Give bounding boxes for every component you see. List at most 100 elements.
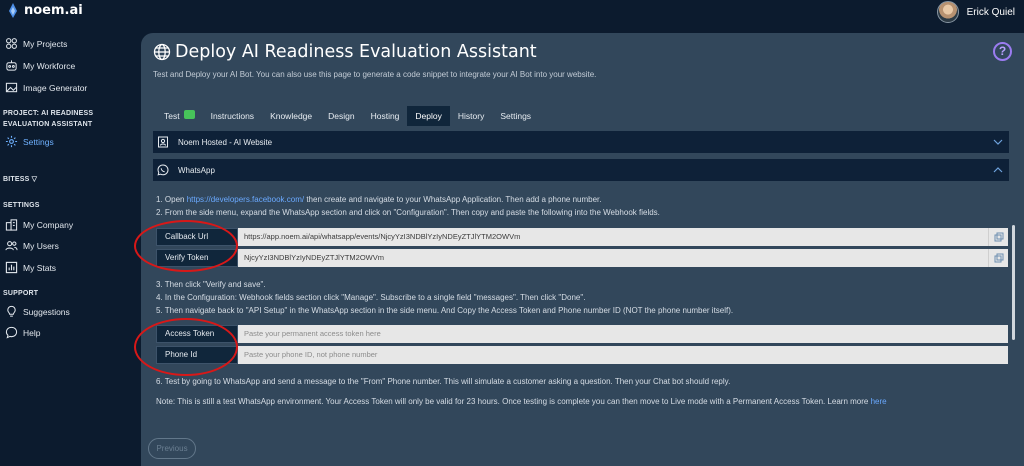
step-3: 3. Then click "Verify and save". (156, 280, 266, 289)
sidebar-item-label: Suggestions (23, 306, 70, 317)
copy-callback-button[interactable] (988, 228, 1008, 246)
sidebar-item-my-workforce[interactable]: My Workforce (5, 59, 75, 72)
tab-knowledge[interactable]: Knowledge (262, 106, 320, 126)
sidebar-item-my-company[interactable]: My Company (5, 218, 73, 231)
sidebar: My Projects My Workforce Image Generator… (0, 24, 140, 466)
scrollbar[interactable] (1012, 225, 1015, 340)
callback-url-field[interactable]: https://app.noem.ai/api/whatsapp/events/… (238, 228, 988, 246)
projects-icon (6, 38, 17, 49)
company-icon (5, 219, 18, 231)
sidebar-item-label: My Users (23, 240, 59, 251)
stats-icon (5, 261, 18, 274)
sidebar-item-label: Image Generator (23, 82, 88, 93)
bulb-icon (7, 305, 16, 317)
sidebar-item-image-generator[interactable]: Image Generator (5, 81, 87, 94)
step-1-text-end: then create and navigate to your WhatsAp… (304, 195, 602, 204)
support-heading: SUPPORT (3, 290, 39, 297)
user-menu[interactable]: Erick Quiel (936, 1, 1015, 23)
tab-history[interactable]: History (450, 106, 492, 126)
step-4: 4. In the Configuration: Webhook fields … (156, 293, 586, 302)
avatar[interactable] (936, 1, 959, 23)
project-heading: PROJECT: AI READINESS EVALUATION ASSISTA… (3, 110, 94, 128)
tab-label: Test (164, 111, 180, 121)
tab-label: Hosting (370, 111, 400, 121)
users-icon (5, 241, 18, 251)
bitess-label: BITESS (3, 176, 30, 183)
facebook-developers-link[interactable]: https://developers.facebook.com/ (187, 195, 304, 204)
help-chat-icon (5, 326, 18, 339)
learn-more-link[interactable]: here (871, 397, 887, 406)
copy-icon (994, 253, 1003, 263)
tab-hosting[interactable]: Hosting (363, 106, 408, 126)
noem-logo-icon (9, 3, 17, 18)
globe-icon (153, 43, 171, 61)
tab-label: Design (328, 111, 355, 121)
bitess-heading[interactable]: BITESS ▽ (3, 174, 137, 185)
tab-label: Deploy (415, 111, 442, 121)
step-2: 2. From the side menu, expand the WhatsA… (156, 208, 660, 217)
verify-token-row: Verify Token NjcyYzI3NDBlYzIyNDEyZTJlYTM… (156, 249, 1008, 267)
phone-id-input[interactable]: Paste your phone ID, not phone number (238, 346, 1008, 364)
accordion-noem-hosted[interactable]: Noem Hosted - AI Website (153, 131, 1009, 153)
sidebar-item-label: My Stats (23, 262, 57, 273)
copy-verify-button[interactable] (988, 249, 1008, 267)
accordion-whatsapp[interactable]: WhatsApp (153, 159, 1009, 181)
annotation-circle-webhook (134, 220, 238, 272)
accordion-label: WhatsApp (178, 165, 215, 175)
id-card-icon (158, 136, 168, 148)
chat-icon (183, 109, 195, 119)
sidebar-item-my-projects[interactable]: My Projects (5, 37, 67, 50)
chevron-up-icon (993, 167, 1003, 173)
page-title-text: Deploy AI Readiness Evaluation Assistant (175, 42, 537, 62)
test-note-text: Note: This is still a test WhatsApp envi… (156, 397, 869, 406)
help-button[interactable]: ? (993, 42, 1012, 61)
step-1: 1. Open https://developers.facebook.com/… (156, 193, 601, 206)
annotation-circle-credentials (134, 318, 238, 376)
sidebar-item-my-stats[interactable]: My Stats (5, 261, 56, 274)
tab-deploy[interactable]: Deploy (407, 106, 450, 126)
tab-label: Instructions (210, 111, 255, 121)
sidebar-item-label: My Workforce (23, 60, 76, 71)
sidebar-item-label: Help (23, 327, 41, 338)
page-title: Deploy AI Readiness Evaluation Assistant (153, 42, 537, 62)
step-5: 5. Then navigate back to "API Setup" in … (156, 306, 734, 315)
callback-url-row: Callback Url https://app.noem.ai/api/wha… (156, 228, 1008, 246)
tab-bar: Test Instructions Knowledge Design Hosti… (156, 106, 539, 126)
tab-settings[interactable]: Settings (492, 106, 539, 126)
accordion-label: Noem Hosted - AI Website (178, 137, 273, 147)
main-panel: Deploy AI Readiness Evaluation Assistant… (141, 33, 1024, 466)
sidebar-item-label: My Company (23, 219, 74, 230)
phone-id-row: Phone Id Paste your phone ID, not phone … (156, 346, 1008, 364)
gear-icon (5, 135, 18, 148)
copy-icon (994, 232, 1003, 242)
chevron-down-icon: ▽ (31, 176, 38, 183)
tab-instructions[interactable]: Instructions (203, 106, 262, 126)
sidebar-item-settings[interactable]: Settings (5, 135, 54, 148)
sidebar-item-my-users[interactable]: My Users (5, 239, 59, 252)
access-token-input[interactable]: Paste your permanent access token here (238, 325, 1008, 343)
previous-button[interactable]: Previous (148, 438, 196, 459)
brand-name: noem.ai (24, 3, 83, 18)
test-note: Note: This is still a test WhatsApp envi… (156, 395, 1006, 408)
access-token-row: Access Token Paste your permanent access… (156, 325, 1008, 343)
top-bar: noem.ai Erick Quiel (0, 0, 1024, 24)
tab-label: History (457, 111, 485, 121)
whatsapp-icon (157, 164, 169, 176)
step-1-text: 1. Open (156, 195, 187, 204)
sidebar-item-help[interactable]: Help (5, 326, 40, 339)
chevron-down-icon (993, 139, 1003, 145)
sidebar-item-label: My Projects (23, 38, 68, 49)
step-6: 6. Test by going to WhatsApp and send a … (156, 377, 731, 386)
brand[interactable]: noem.ai (8, 3, 83, 18)
workforce-icon (6, 60, 17, 71)
tab-test[interactable]: Test (156, 106, 203, 126)
verify-token-field[interactable]: NjcyYzI3NDBlYzIyNDEyZTJlYTM2OWVm (238, 249, 988, 267)
sidebar-item-suggestions[interactable]: Suggestions (5, 305, 70, 318)
user-name: Erick Quiel (966, 6, 1015, 18)
tab-label: Knowledge (270, 111, 313, 121)
settings-heading: SETTINGS (3, 202, 40, 209)
image-icon (5, 82, 18, 93)
page-subtitle: Test and Deploy your AI Bot. You can als… (153, 70, 597, 79)
tab-design[interactable]: Design (320, 106, 362, 126)
sidebar-item-label: Settings (23, 136, 54, 147)
